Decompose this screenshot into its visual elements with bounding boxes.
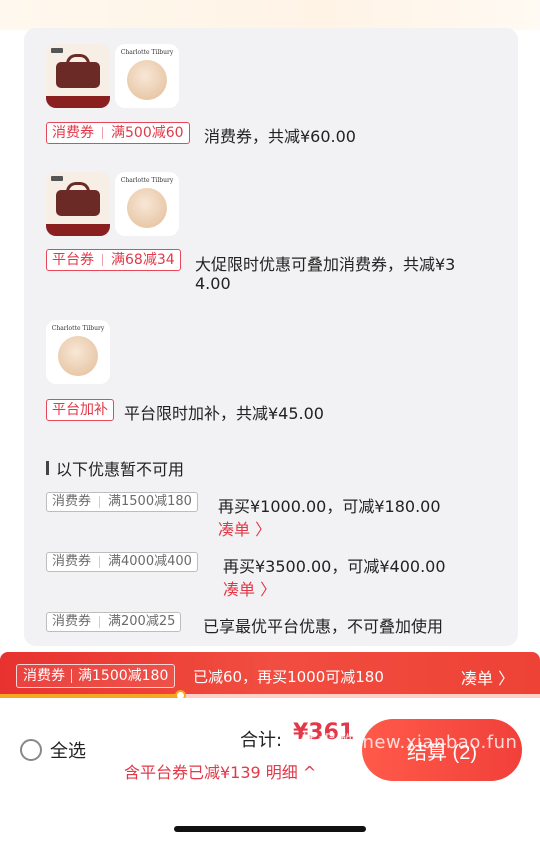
bag-promo-band <box>46 96 110 108</box>
compact-product-image: Charlotte Tilbury <box>115 44 179 108</box>
coupon-description: 消费券，共减¥60.00 <box>204 127 356 146</box>
coupon-tag-type: 消费券 <box>52 125 94 141</box>
bag-shape <box>56 190 100 216</box>
unavailable-section-title: 以下优惠暂不可用 <box>46 456 184 480</box>
tag-divider <box>102 254 103 266</box>
coupon-description: 大促限时优惠可叠加消费券，共减¥3 <box>195 255 456 274</box>
coupon-description-continued: 4.00 <box>195 274 231 293</box>
bag-shape <box>56 62 100 88</box>
bag-product-image <box>46 172 110 236</box>
coupon-tag-type: 消费券 <box>52 614 92 629</box>
add-items-link[interactable]: 凑单 〉 <box>218 516 271 540</box>
banner-tag-type: 消费券 <box>23 668 65 684</box>
unavailable-coupon-tag: 消费券 满4000减400 <box>46 552 198 572</box>
brand-logo-icon <box>51 176 63 181</box>
coupon-description: 平台限时加补，共减¥45.00 <box>124 404 324 423</box>
tag-divider <box>99 616 101 628</box>
banner-text: 已减60，再买1000可减180 <box>193 668 384 686</box>
compact-brand-text: Charlotte Tilbury <box>120 49 174 56</box>
unavailable-coupon-description: 再买¥1000.00，可减¥180.00 <box>218 497 441 516</box>
add-items-link[interactable]: 凑单 〉 <box>223 576 276 600</box>
bag-promo-band <box>46 224 110 236</box>
coupon-tag-rule: 满68减34 <box>111 252 175 268</box>
coupon-tag-type: 平台券 <box>52 252 94 268</box>
home-indicator <box>174 826 366 832</box>
coupon-tag-type: 平台加补 <box>52 402 108 418</box>
compact-powder-shape <box>127 188 167 228</box>
tag-divider <box>99 496 101 508</box>
unavailable-coupon-description: 再买¥3500.00，可减¥400.00 <box>223 557 446 576</box>
compact-brand-text: Charlotte Tilbury <box>51 325 105 332</box>
select-all-label[interactable]: 全选 <box>50 737 86 763</box>
total-label: 合计: <box>240 730 283 751</box>
coupon-tag-rule: 满200减25 <box>108 614 176 629</box>
tag-divider <box>71 669 72 683</box>
compact-powder-shape <box>127 60 167 100</box>
unavailable-coupon-tag: 消费券 满1500减180 <box>46 492 198 512</box>
unavailable-coupon-description: 已享最优平台优惠，不可叠加使用 <box>203 617 444 636</box>
coupon-progress-banner: 消费券 满1500减180 已减60，再买1000可减180 凑单 〉 <box>0 652 540 698</box>
section-bar-icon <box>46 461 49 475</box>
coupon-tag-rule: 满1500减180 <box>108 494 192 509</box>
top-header-strip <box>0 0 540 30</box>
coupon-tag: 平台加补 <box>46 399 114 421</box>
coupon-tag-rule: 满500减60 <box>111 125 184 141</box>
brand-logo-icon <box>51 48 63 53</box>
coupon-tag-type: 消费券 <box>52 554 92 569</box>
banner-coupon-tag: 消费券 满1500减180 <box>16 664 176 688</box>
banner-tag-rule: 满1500减180 <box>78 668 169 684</box>
coupon-tag-type: 消费券 <box>52 494 92 509</box>
unavailable-coupon-tag: 消费券 满200减25 <box>46 612 182 632</box>
compact-product-image: Charlotte Tilbury <box>115 172 179 236</box>
bag-product-image <box>46 44 110 108</box>
tag-divider <box>99 556 101 568</box>
section-title-text: 以下优惠暂不可用 <box>56 460 185 479</box>
coupon-tag-rule: 满4000减400 <box>108 554 192 569</box>
coupon-tag: 消费券 满500减60 <box>46 122 190 144</box>
select-all-radio[interactable] <box>20 739 42 761</box>
coupon-tag: 平台券 满68减34 <box>46 249 181 271</box>
tag-divider <box>102 127 103 139</box>
watermark: 线报酷-new.xianbao.fun <box>300 732 518 753</box>
discount-detail-toggle[interactable]: 含平台券已减¥139 明细 ^ <box>124 759 316 783</box>
compact-powder-shape <box>58 336 98 376</box>
banner-add-items-link[interactable]: 凑单 〉 <box>461 665 514 689</box>
compact-product-image: Charlotte Tilbury <box>46 320 110 384</box>
compact-brand-text: Charlotte Tilbury <box>120 177 174 184</box>
